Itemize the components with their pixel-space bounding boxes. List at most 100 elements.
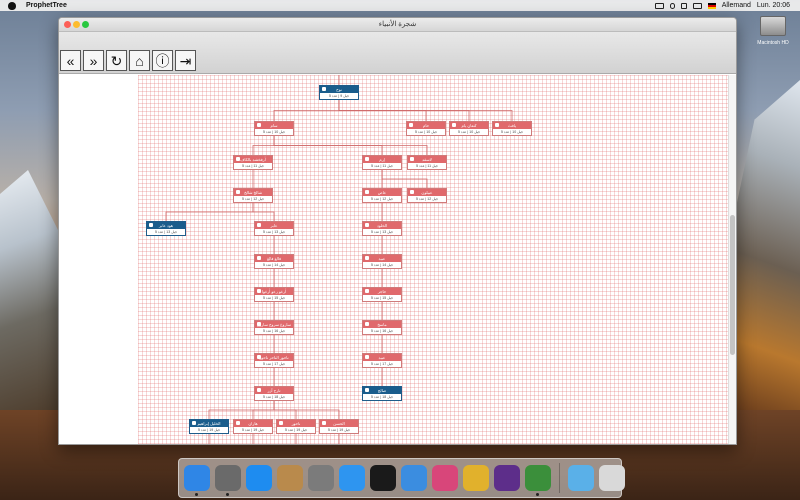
tree-node[interactable]: شالخ شالخ جيل 12 | عدد 5 bbox=[233, 188, 273, 203]
tree-node[interactable]: أرفخشد بالكاف جيل 11 | عدد 5 bbox=[233, 155, 273, 170]
node-stats: جيل 17 | عدد 5 bbox=[370, 362, 393, 366]
tree-canvas[interactable]: نوح جيل 9 | عدد 5 سام جيل 10 | عدد 5 حام جيل … bbox=[138, 75, 728, 444]
tree-node[interactable]: عاص جيل 12 | عدد 5 bbox=[362, 188, 402, 203]
node-stats: جيل 15 | عدد 5 bbox=[262, 296, 285, 300]
node-stats: جيل 19 | عدد 5 bbox=[327, 428, 350, 432]
tree-connector bbox=[273, 100, 340, 121]
apple-icon[interactable] bbox=[8, 1, 16, 10]
tree-node[interactable]: هاران جيل 19 | عدد 5 bbox=[233, 419, 273, 434]
tree-connector bbox=[252, 401, 275, 419]
tree-node[interactable]: أرغو رعو أرغوا جيل 15 | عدد 5 bbox=[254, 287, 294, 302]
tree-node[interactable]: هود عابر جيل 13 | عدد 5 bbox=[146, 221, 186, 236]
safari-icon[interactable] bbox=[339, 465, 365, 491]
node-stats: جيل 14 | عدد 5 bbox=[262, 263, 285, 267]
forward-button[interactable]: » bbox=[83, 50, 104, 71]
display-icon[interactable] bbox=[654, 2, 664, 9]
vertical-scrollbar[interactable] bbox=[728, 75, 736, 444]
node-stats: جيل 17 | عدد 5 bbox=[262, 362, 285, 366]
exit-button[interactable]: ⇥ bbox=[175, 50, 196, 71]
tree-node[interactable]: عابر جيل 13 | عدد 5 bbox=[254, 221, 294, 236]
node-stats: جيل 12 | عدد 5 bbox=[415, 197, 438, 201]
person-icon bbox=[365, 322, 369, 326]
toolbar: « » ↻ ⌂ ⓘ ⇥ bbox=[59, 32, 736, 74]
notes-icon[interactable] bbox=[277, 465, 303, 491]
tree-node[interactable]: ساروغ سروج ساروغ جيل 16 | عدد 5 bbox=[254, 320, 294, 335]
home-button[interactable]: ⌂ bbox=[129, 50, 150, 71]
trash-icon[interactable] bbox=[599, 465, 625, 491]
tree-node[interactable]: ناحور الناحر ناحور جيل 17 | عدد 5 bbox=[254, 353, 294, 368]
dock bbox=[178, 458, 625, 498]
menu-bar: ProphetTree Allemand Lun. 20:06 bbox=[0, 0, 800, 11]
node-stats: جيل 10 | عدد 5 bbox=[262, 130, 285, 134]
prophet-tree-icon[interactable] bbox=[525, 465, 551, 496]
person-icon bbox=[365, 157, 369, 161]
node-stats: جيل 19 | عدد 5 bbox=[241, 428, 264, 432]
node-stats: جيل 16 | عدد 5 bbox=[370, 329, 393, 333]
tree-node[interactable]: سام جيل 10 | عدد 5 bbox=[254, 121, 294, 136]
system-preferences-icon[interactable] bbox=[308, 465, 334, 491]
running-indicator bbox=[195, 493, 198, 496]
input-language[interactable]: Allemand bbox=[722, 2, 751, 9]
tree-node[interactable]: عبيد جيل 17 | عدد 5 bbox=[362, 353, 402, 368]
person-icon bbox=[236, 157, 240, 161]
menu-app-name[interactable]: ProphetTree bbox=[26, 2, 67, 9]
person-icon bbox=[257, 355, 261, 359]
node-stats: جيل 11 | عدد 5 bbox=[371, 164, 393, 168]
scrollbar-thumb[interactable] bbox=[730, 215, 735, 355]
person-icon bbox=[149, 223, 153, 227]
node-stats: جيل 9 | عدد 5 bbox=[328, 94, 350, 98]
tree-connector bbox=[273, 136, 428, 155]
terminal-icon[interactable] bbox=[370, 465, 396, 491]
info-button[interactable]: ⓘ bbox=[152, 50, 173, 71]
person-icon bbox=[365, 223, 369, 227]
person-icon bbox=[257, 223, 261, 227]
launchpad-icon[interactable] bbox=[215, 465, 241, 496]
tree-node[interactable]: يافث جيل 10 | عدد 5 bbox=[492, 121, 532, 136]
node-stats: جيل 19 | عدد 5 bbox=[284, 428, 307, 432]
node-stats: جيل 13 | عدد 5 bbox=[370, 230, 393, 234]
person-icon bbox=[365, 355, 369, 359]
tree-node[interactable]: الحسن جيل 19 | عدد 5 bbox=[319, 419, 359, 434]
person-icon bbox=[365, 289, 369, 293]
battery-icon[interactable] bbox=[692, 2, 702, 9]
person-icon bbox=[236, 190, 240, 194]
tree-node[interactable]: فالغ فالغ جيل 14 | عدد 5 bbox=[254, 254, 294, 269]
node-stats: جيل 12 | عدد 5 bbox=[241, 197, 264, 201]
dock-separator bbox=[559, 463, 560, 493]
tree-node[interactable]: لاسقد جيل 11 | عدد 5 bbox=[407, 155, 447, 170]
title-bar[interactable]: شجرة الأنبياء bbox=[59, 18, 736, 32]
person-icon bbox=[322, 421, 326, 425]
tree-node[interactable]: نوح جيل 9 | عدد 5 bbox=[319, 85, 359, 100]
tree-node[interactable]: تارح آزر جيل 18 | عدد 5 bbox=[254, 386, 294, 401]
tree-node[interactable]: حام جيل 10 | عدد 5 bbox=[406, 121, 446, 136]
flag-icon[interactable] bbox=[707, 2, 716, 9]
person-icon bbox=[495, 123, 499, 127]
downloads-icon[interactable] bbox=[568, 465, 594, 491]
tree-node[interactable]: كنعان يام جيل 10 | عدد 5 bbox=[449, 121, 489, 136]
visual-studio-icon[interactable] bbox=[494, 465, 520, 491]
tree-node[interactable]: عبيلون جيل 12 | عدد 5 bbox=[407, 188, 447, 203]
volume-icon[interactable] bbox=[680, 2, 687, 9]
tree-node[interactable]: ناحور جيل 19 | عدد 5 bbox=[276, 419, 316, 434]
node-stats: جيل 15 | عدد 5 bbox=[370, 296, 393, 300]
back-button[interactable]: « bbox=[60, 50, 81, 71]
tree-node[interactable]: صالح جيل 18 | عدد 5 bbox=[362, 386, 402, 401]
person-icon bbox=[257, 123, 261, 127]
xcode-icon[interactable] bbox=[401, 465, 427, 491]
finder-icon[interactable] bbox=[184, 465, 210, 496]
bluetooth-icon[interactable] bbox=[669, 2, 675, 9]
tree-node[interactable]: عبيد جيل 14 | عدد 5 bbox=[362, 254, 402, 269]
tree-node[interactable]: ماسخ جيل 16 | عدد 5 bbox=[362, 320, 402, 335]
refresh-button[interactable]: ↻ bbox=[106, 50, 127, 71]
app-store-icon[interactable] bbox=[246, 465, 272, 491]
chrome-icon[interactable] bbox=[463, 465, 489, 491]
display-utility-icon[interactable] bbox=[432, 465, 458, 491]
tree-node[interactable]: حاجر جيل 15 | عدد 5 bbox=[362, 287, 402, 302]
menu-clock[interactable]: Lun. 20:06 bbox=[757, 2, 790, 9]
person-icon bbox=[257, 256, 261, 260]
tree-node[interactable]: الخليل إبراهيم جيل 19 | عدد 5 bbox=[189, 419, 229, 434]
hard-drive-icon[interactable] bbox=[760, 16, 786, 36]
tree-node[interactable]: إرم جيل 11 | عدد 5 bbox=[362, 155, 402, 170]
app-window: شجرة الأنبياء « » ↻ ⌂ ⓘ ⇥ نوح جيل 9 | عدد… bbox=[58, 17, 737, 445]
tree-node[interactable]: الخلود جيل 13 | عدد 5 bbox=[362, 221, 402, 236]
